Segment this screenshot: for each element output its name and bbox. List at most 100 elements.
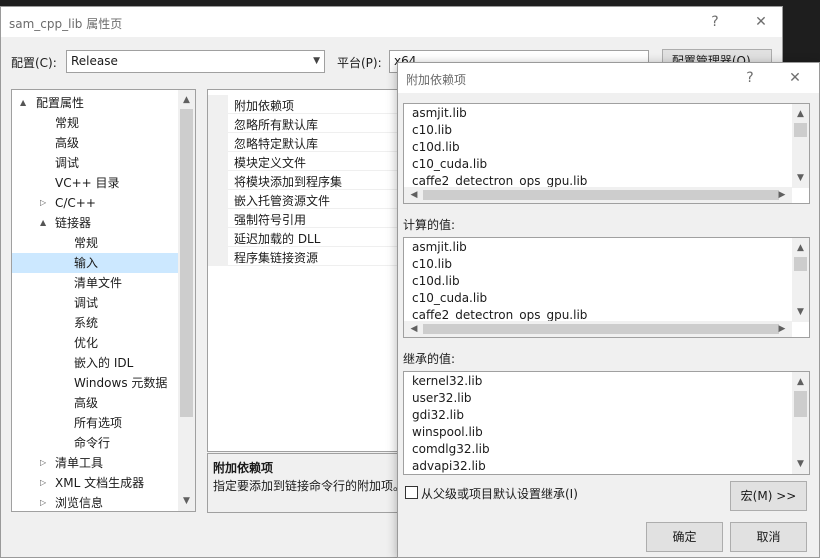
expanded-arrow-icon[interactable]: ▲: [20, 93, 30, 113]
close-icon[interactable]: ✕: [747, 12, 775, 32]
property-row[interactable]: 附加依赖项: [208, 95, 401, 114]
evaluated-vscroll[interactable]: ▲ ▼: [792, 238, 809, 322]
tree-scrollbar[interactable]: ▲ ▼: [178, 90, 195, 511]
inherit-checkbox[interactable]: [405, 486, 418, 499]
property-row[interactable]: 嵌入托管资源文件: [208, 190, 401, 209]
scroll-down-icon[interactable]: ▼: [792, 170, 809, 186]
scroll-thumb[interactable]: [794, 123, 807, 137]
tree-item-label: 所有选项: [74, 416, 123, 430]
scroll-up-icon[interactable]: ▲: [792, 106, 809, 122]
scroll-down-icon[interactable]: ▼: [792, 456, 809, 472]
property-row[interactable]: 模块定义文件: [208, 152, 401, 171]
ok-button[interactable]: 确定: [646, 522, 723, 552]
list-item: c10_cuda.lib: [412, 157, 488, 171]
edit-vscroll[interactable]: ▲ ▼: [792, 104, 809, 188]
row-gutter: [208, 228, 228, 247]
tree-item[interactable]: Windows 元数据: [12, 373, 178, 393]
expanded-arrow-icon[interactable]: ▲: [40, 213, 50, 233]
list-item: asmjit.lib: [412, 240, 467, 254]
inherit-checkbox-label[interactable]: 从父级或项目默认设置继承(I): [421, 485, 578, 502]
tree-item-label: 嵌入的 IDL: [74, 356, 134, 370]
scroll-down-icon[interactable]: ▼: [178, 493, 195, 509]
macros-button[interactable]: 宏(M) >>: [730, 481, 807, 511]
inherited-value-box: kernel32.lib user32.lib gdi32.lib winspool.…: [403, 371, 810, 475]
tree-item[interactable]: 常规: [12, 233, 178, 253]
property-name: 忽略所有默认库: [234, 118, 319, 132]
tree-item[interactable]: 嵌入的 IDL: [12, 353, 178, 373]
property-row[interactable]: 延迟加载的 DLL: [208, 228, 401, 247]
tree-item-label: Windows 元数据: [74, 376, 168, 390]
inherited-vscroll[interactable]: ▲ ▼: [792, 372, 809, 474]
tree-item[interactable]: 调试: [12, 153, 178, 173]
tree-item-label: C/C++: [55, 196, 96, 210]
tree-item[interactable]: 高级: [12, 393, 178, 413]
description-title: 附加依赖项: [213, 461, 274, 475]
collapsed-arrow-icon[interactable]: ▷: [40, 193, 50, 213]
config-combo[interactable]: Release ▼: [66, 50, 325, 73]
tree-item[interactable]: 所有选项: [12, 413, 178, 433]
scroll-down-icon[interactable]: ▼: [792, 304, 809, 320]
tree-item[interactable]: 清单文件: [12, 273, 178, 293]
property-name: 嵌入托管资源文件: [234, 194, 331, 208]
scroll-right-icon[interactable]: ▶: [774, 321, 790, 337]
cancel-button[interactable]: 取消: [730, 522, 807, 552]
collapsed-arrow-icon[interactable]: ▷: [40, 473, 50, 493]
scroll-up-icon[interactable]: ▲: [792, 374, 809, 390]
property-name: 将模块添加到程序集: [234, 175, 343, 189]
tree-item-label: 清单文件: [74, 276, 123, 290]
property-row[interactable]: 强制符号引用: [208, 209, 401, 228]
list-item: c10d.lib: [412, 274, 460, 288]
title-bar: sam_cpp_lib 属性页 ? ✕: [1, 7, 782, 37]
tree-item[interactable]: ▷ XML 文档生成器: [12, 473, 178, 493]
tree-item-label: 常规: [74, 236, 99, 250]
evaluated-value-label: 计算的值:: [403, 218, 456, 232]
scroll-left-icon[interactable]: ◀: [406, 321, 422, 337]
tree-item[interactable]: ▲ 链接器: [12, 213, 178, 233]
property-row[interactable]: 忽略特定默认库: [208, 133, 401, 152]
tree-item[interactable]: ▷ 清单工具: [12, 453, 178, 473]
tree-item-label: 命令行: [74, 436, 111, 450]
edit-hscroll[interactable]: ◀ ▶: [404, 187, 792, 203]
tree-item[interactable]: 输入: [12, 253, 178, 273]
collapsed-arrow-icon[interactable]: ▷: [40, 453, 50, 473]
scroll-thumb[interactable]: [794, 257, 807, 271]
chevron-down-icon: ▼: [313, 56, 320, 66]
scroll-right-icon[interactable]: ▶: [774, 187, 790, 203]
property-row[interactable]: 忽略所有默认库: [208, 114, 401, 133]
tree-item[interactable]: 高级: [12, 133, 178, 153]
row-gutter: [208, 133, 228, 152]
help-icon[interactable]: ?: [736, 68, 764, 88]
tree-item[interactable]: ▷ 浏览信息: [12, 493, 178, 511]
row-gutter: [208, 152, 228, 171]
row-gutter: [208, 247, 228, 266]
scroll-thumb[interactable]: [423, 324, 779, 334]
property-row[interactable]: 程序集链接资源: [208, 247, 401, 266]
tree-item-label: 系统: [74, 316, 99, 330]
scroll-thumb[interactable]: [794, 391, 807, 417]
tree-item[interactable]: 命令行: [12, 433, 178, 453]
evaluated-hscroll[interactable]: ◀ ▶: [404, 321, 792, 337]
row-gutter: [208, 114, 228, 133]
property-row[interactable]: 将模块添加到程序集: [208, 171, 401, 190]
dependencies-edit-box[interactable]: asmjit.lib c10.lib c10d.lib c10_cuda.lib caf…: [403, 103, 810, 204]
tree-item[interactable]: 优化: [12, 333, 178, 353]
tree-item[interactable]: ▲ 配置属性: [12, 93, 178, 113]
scroll-thumb[interactable]: [423, 190, 779, 200]
scroll-left-icon[interactable]: ◀: [406, 187, 422, 203]
collapsed-arrow-icon[interactable]: ▷: [40, 493, 50, 511]
tree-item-label: 配置属性: [36, 96, 85, 110]
list-item: asmjit.lib: [412, 106, 467, 120]
additional-dependencies-dialog: 附加依赖项 ? ✕ asmjit.lib c10.lib c10d.lib c10_c…: [397, 62, 820, 558]
help-icon[interactable]: ?: [701, 12, 729, 32]
tree-item[interactable]: VC++ 目录: [12, 173, 178, 193]
scroll-up-icon[interactable]: ▲: [792, 240, 809, 256]
list-item: gdi32.lib: [412, 408, 464, 422]
tree-item[interactable]: 调试: [12, 293, 178, 313]
tree-item[interactable]: ▷ C/C++: [12, 193, 178, 213]
scroll-thumb[interactable]: [180, 109, 193, 417]
tree-item[interactable]: 系统: [12, 313, 178, 333]
tree-item[interactable]: 常规: [12, 113, 178, 133]
config-label: 配置(C):: [11, 56, 57, 70]
scroll-up-icon[interactable]: ▲: [178, 92, 195, 108]
close-icon[interactable]: ✕: [781, 68, 809, 88]
